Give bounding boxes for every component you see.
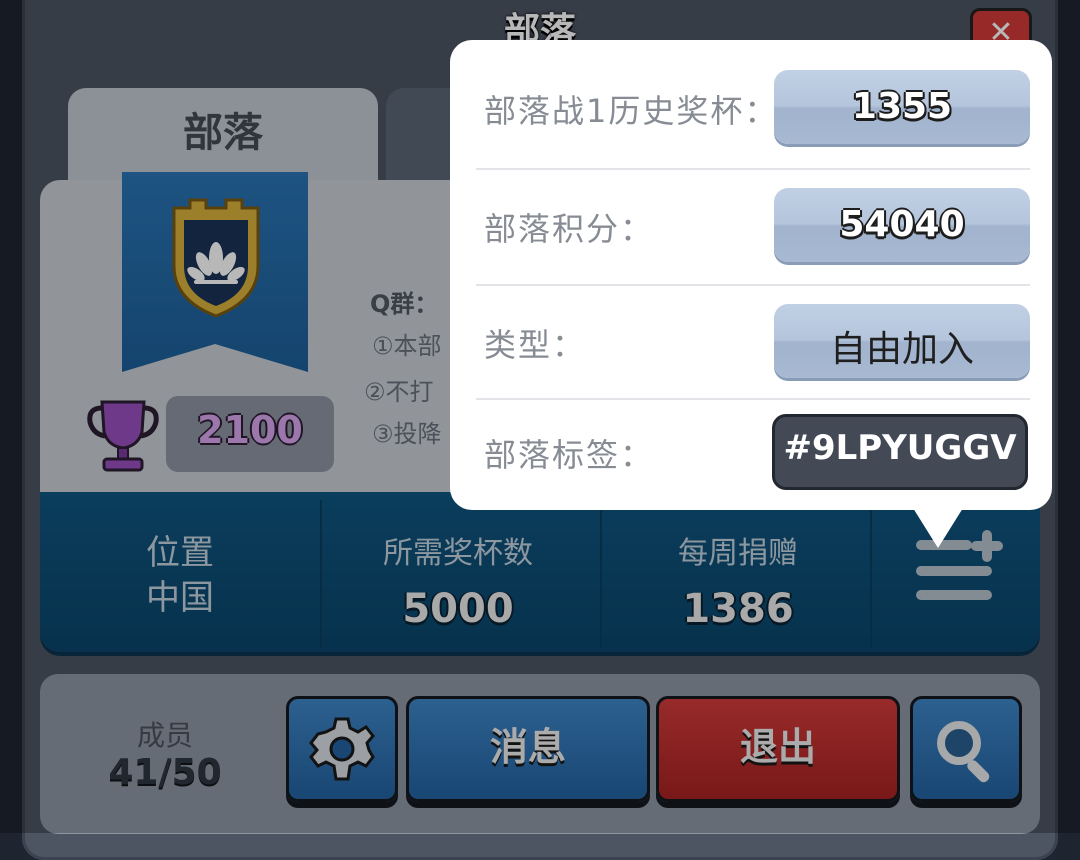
war-trophies-label: 部落战1历史奖杯： — [484, 92, 779, 130]
popup-divider — [476, 284, 1030, 286]
clan-type-value: 自由加入 — [829, 329, 974, 370]
clan-score-value: 54040 — [839, 204, 965, 245]
clan-type-label: 类型： — [484, 326, 587, 364]
clan-tag-label: 部落标签： — [484, 436, 655, 474]
clan-tag-value: #9LPYUGGV — [783, 428, 1017, 468]
popup-divider — [476, 168, 1030, 170]
war-trophies-value: 1355 — [851, 86, 953, 127]
popup-divider — [476, 398, 1030, 400]
clan-score-label: 部落积分： — [484, 210, 655, 248]
